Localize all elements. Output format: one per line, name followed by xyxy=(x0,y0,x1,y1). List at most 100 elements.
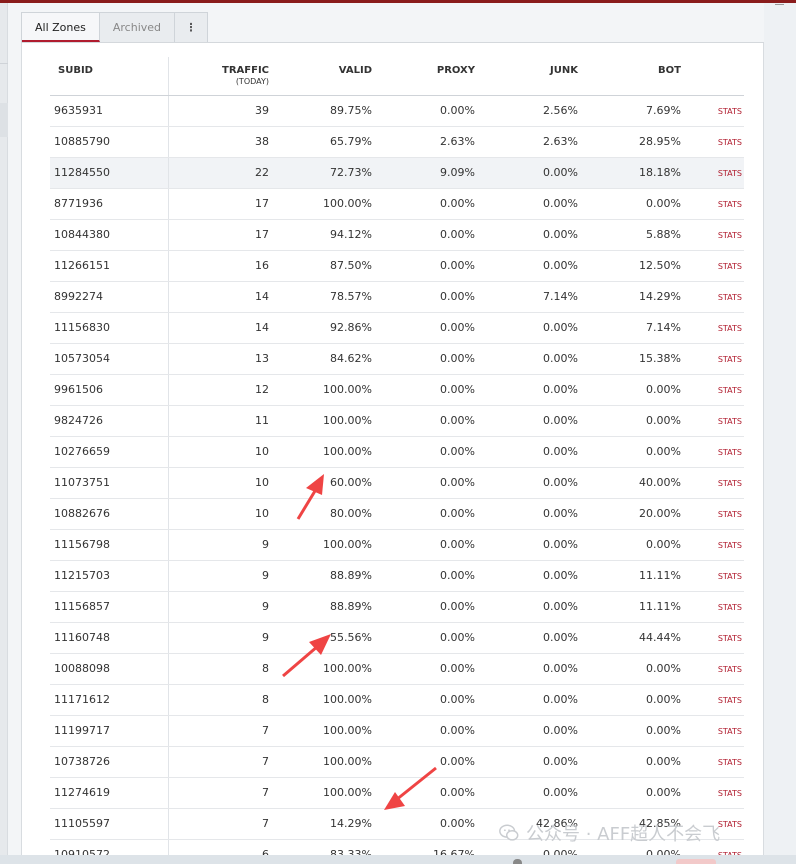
cell-stats: STATS xyxy=(681,281,744,313)
stats-link[interactable]: STATS xyxy=(718,572,742,581)
cell-subid: 11274619 xyxy=(50,777,169,809)
cell-bot: 0.00% xyxy=(578,374,681,406)
stats-link[interactable]: STATS xyxy=(718,324,742,333)
stats-link[interactable]: STATS xyxy=(718,355,742,364)
header-bot[interactable]: BOT xyxy=(578,57,681,96)
cell-bot: 28.95% xyxy=(578,126,681,158)
header-junk[interactable]: JUNK xyxy=(475,57,578,96)
stats-link[interactable]: STATS xyxy=(718,293,742,302)
cell-stats: STATS xyxy=(681,95,744,127)
cell-bot: 11.11% xyxy=(578,560,681,592)
cell-stats: STATS xyxy=(681,188,744,220)
stats-link[interactable]: STATS xyxy=(718,169,742,178)
cell-bot: 14.29% xyxy=(578,281,681,313)
table-row: 8992274 14 78.57% 0.00% 7.14% 14.29% STATS xyxy=(50,281,744,313)
stats-link[interactable]: STATS xyxy=(718,820,742,829)
cell-subid: 9961506 xyxy=(50,374,169,406)
cell-junk: 0.00% xyxy=(475,560,578,592)
cell-bot: 12.50% xyxy=(578,250,681,282)
cell-traffic: 16 xyxy=(168,250,269,282)
table-row: 10885790 38 65.79% 2.63% 2.63% 28.95% STATS xyxy=(50,126,744,158)
stats-link[interactable]: STATS xyxy=(718,386,742,395)
cell-junk: 0.00% xyxy=(475,684,578,716)
table-row: 11284550 22 72.73% 9.09% 0.00% 18.18% STATS xyxy=(50,157,744,189)
cell-junk: 0.00% xyxy=(475,746,578,778)
cell-traffic: 10 xyxy=(168,436,269,468)
stats-link[interactable]: STATS xyxy=(718,789,742,798)
stats-link[interactable]: STATS xyxy=(718,634,742,643)
table-row: 11266151 16 87.50% 0.00% 0.00% 12.50% STATS xyxy=(50,250,744,282)
stats-link[interactable]: STATS xyxy=(718,665,742,674)
cell-traffic: 12 xyxy=(168,374,269,406)
cell-proxy: 0.00% xyxy=(372,498,475,530)
cell-stats: STATS xyxy=(681,746,744,778)
cell-proxy: 0.00% xyxy=(372,95,475,127)
watermark-text: 公众号 · AFF超人不会飞 xyxy=(526,824,721,845)
header-subid[interactable]: SUBID xyxy=(50,57,169,96)
cell-traffic: 7 xyxy=(168,746,269,778)
cell-proxy: 0.00% xyxy=(372,777,475,809)
header-traffic[interactable]: TRAFFIC (TODAY) xyxy=(168,57,269,96)
tab-archived[interactable]: Archived xyxy=(100,13,176,42)
table-row: 10573054 13 84.62% 0.00% 0.00% 15.38% STATS xyxy=(50,343,744,375)
table-row: 9824726 11 100.00% 0.00% 0.00% 0.00% STATS xyxy=(50,405,744,437)
cell-bot: 15.38% xyxy=(578,343,681,375)
cell-valid: 100.00% xyxy=(269,529,372,561)
cell-valid: 100.00% xyxy=(269,684,372,716)
cell-stats: STATS xyxy=(681,126,744,158)
cell-valid: 100.00% xyxy=(269,777,372,809)
stats-link[interactable]: STATS xyxy=(718,603,742,612)
stats-link[interactable]: STATS xyxy=(718,696,742,705)
cell-valid: 87.50% xyxy=(269,250,372,282)
cell-stats: STATS xyxy=(681,405,744,437)
zone-tabs: All Zones Archived ⋮ xyxy=(21,12,209,42)
cell-traffic: 14 xyxy=(168,312,269,344)
cell-proxy: 0.00% xyxy=(372,374,475,406)
cell-traffic: 10 xyxy=(168,467,269,499)
table-row: 10844380 17 94.12% 0.00% 0.00% 5.88% STATS xyxy=(50,219,744,251)
right-gutter xyxy=(764,3,796,864)
cell-subid: 10885790 xyxy=(50,126,169,158)
stats-link[interactable]: STATS xyxy=(718,727,742,736)
cell-subid: 10088098 xyxy=(50,653,169,685)
cell-junk: 0.00% xyxy=(475,467,578,499)
stats-link[interactable]: STATS xyxy=(718,448,742,457)
cell-traffic: 38 xyxy=(168,126,269,158)
more-menu-icon[interactable]: ⋮ xyxy=(175,13,207,42)
cell-traffic: 10 xyxy=(168,498,269,530)
stats-link[interactable]: STATS xyxy=(718,541,742,550)
cell-valid: 100.00% xyxy=(269,374,372,406)
stats-link[interactable]: STATS xyxy=(718,107,742,116)
cell-bot: 0.00% xyxy=(578,188,681,220)
cell-traffic: 11 xyxy=(168,405,269,437)
cell-bot: 0.00% xyxy=(578,405,681,437)
cell-subid: 10276659 xyxy=(50,436,169,468)
cell-stats: STATS xyxy=(681,684,744,716)
stats-link[interactable]: STATS xyxy=(718,262,742,271)
cell-traffic: 7 xyxy=(168,777,269,809)
cell-stats: STATS xyxy=(681,374,744,406)
cell-proxy: 0.00% xyxy=(372,281,475,313)
cell-traffic: 8 xyxy=(168,684,269,716)
stats-link[interactable]: STATS xyxy=(718,417,742,426)
tab-all-zones[interactable]: All Zones xyxy=(22,13,100,42)
subid-stats-table: SUBID TRAFFIC (TODAY) VALID PROXY JUNK B… xyxy=(50,57,744,864)
cell-stats: STATS xyxy=(681,622,744,654)
stats-link[interactable]: STATS xyxy=(718,479,742,488)
cell-bot: 40.00% xyxy=(578,467,681,499)
cell-subid: 10882676 xyxy=(50,498,169,530)
table-row: 10276659 10 100.00% 0.00% 0.00% 0.00% STATS xyxy=(50,436,744,468)
cell-traffic: 9 xyxy=(168,591,269,623)
stats-link[interactable]: STATS xyxy=(718,231,742,240)
stats-link[interactable]: STATS xyxy=(718,758,742,767)
cell-junk: 2.63% xyxy=(475,126,578,158)
stats-link[interactable]: STATS xyxy=(718,200,742,209)
stats-link[interactable]: STATS xyxy=(718,510,742,519)
cell-subid: 8992274 xyxy=(50,281,169,313)
stats-link[interactable]: STATS xyxy=(718,138,742,147)
header-proxy[interactable]: PROXY xyxy=(372,57,475,96)
cell-proxy: 0.00% xyxy=(372,529,475,561)
cell-stats: STATS xyxy=(681,312,744,344)
cell-subid: 9635931 xyxy=(50,95,169,127)
header-valid[interactable]: VALID xyxy=(269,57,372,96)
